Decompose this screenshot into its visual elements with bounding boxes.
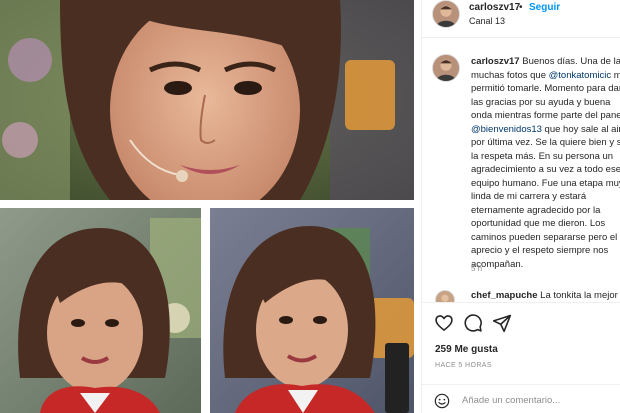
comment-text: chef_mapuche La tonkita la mejor	[471, 290, 618, 301]
caption-avatar[interactable]	[432, 54, 460, 82]
add-comment-bar	[422, 384, 620, 413]
caption-timestamp[interactable]: 5 h	[471, 264, 482, 273]
comment-username[interactable]: chef_mapuche	[471, 290, 538, 301]
post-details-panel: carloszv17 • Seguir Canal 13 carloszv17 …	[421, 0, 620, 413]
post-header: carloszv17 • Seguir Canal 13	[422, 0, 620, 38]
location-link[interactable]: Canal 13	[469, 16, 505, 26]
comment-input[interactable]	[462, 391, 620, 409]
comments-list[interactable]: carloszv17 Buenos días. Una de las mucha…	[422, 39, 620, 302]
header-separator: •	[519, 2, 523, 13]
photo-bottom-right	[210, 208, 414, 413]
avatar[interactable]	[435, 290, 455, 302]
avatar[interactable]	[432, 0, 460, 28]
action-bar	[422, 302, 620, 342]
paper-plane-icon[interactable]	[492, 313, 512, 333]
post-timestamp[interactable]: HACE 5 HORAS	[435, 362, 492, 369]
speech-bubble-icon[interactable]	[463, 313, 483, 333]
photo-closeup	[0, 0, 414, 200]
mention-link[interactable]: @bienvenidos13	[471, 124, 542, 135]
photo-bottom-left	[0, 208, 201, 413]
post-media[interactable]	[0, 0, 414, 413]
comment-body: La tonkita la mejor	[540, 290, 618, 301]
follow-button[interactable]: Seguir	[529, 2, 560, 13]
list-item: chef_mapuche La tonkita la mejor	[432, 287, 620, 302]
likes-count[interactable]: 259 Me gusta	[435, 344, 498, 355]
caption-username[interactable]: carloszv17	[471, 56, 520, 67]
post-caption: carloszv17 Buenos días. Una de las mucha…	[471, 55, 620, 271]
caption-text-3: que hoy sale al aire por última vez. Se …	[471, 123, 620, 270]
heart-outline-icon[interactable]	[434, 313, 454, 333]
mention-link[interactable]: @tonkatomicic	[549, 70, 611, 81]
header-username[interactable]: carloszv17	[469, 2, 520, 13]
smiley-icon[interactable]	[434, 393, 450, 409]
